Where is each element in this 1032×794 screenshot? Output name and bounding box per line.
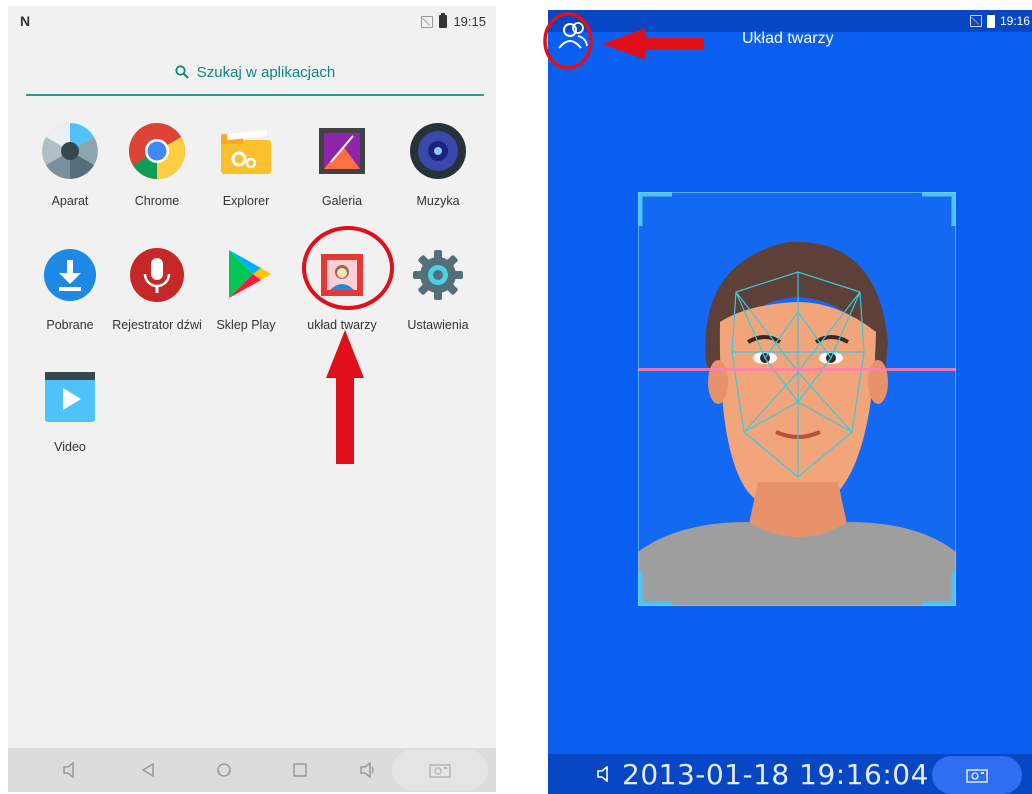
app-label: Aparat — [51, 194, 89, 208]
face-layout-app-icon — [313, 246, 371, 304]
camera-icon — [966, 769, 988, 783]
volume-down-icon[interactable] — [52, 748, 88, 792]
chrome-icon — [128, 122, 186, 180]
app-sklep-play[interactable]: Sklep Play — [196, 246, 296, 332]
navigation-bar — [8, 748, 496, 792]
settings-gear-icon — [409, 246, 467, 304]
app-rejestrator[interactable]: Rejestrator dźwi — [107, 246, 207, 332]
search-icon — [175, 65, 189, 79]
app-pobrane[interactable]: Pobrane — [20, 246, 120, 332]
camera-icon — [429, 764, 451, 778]
gallery-icon — [313, 122, 371, 180]
volume-up-icon[interactable] — [350, 748, 386, 792]
face-layout-screen: 19:16 Układ twarzy 2013-01-18 19:16:04 — [548, 10, 1032, 794]
battery-icon — [439, 13, 448, 28]
app-label: Sklep Play — [216, 318, 276, 332]
video-play-icon — [41, 368, 99, 426]
download-icon — [41, 246, 99, 304]
app-label: Chrome — [134, 194, 180, 208]
face-scan-illustration — [628, 191, 966, 607]
status-bar: N 19:15 — [8, 6, 496, 34]
app-label: Pobrane — [46, 318, 94, 332]
recents-icon[interactable] — [282, 748, 318, 792]
home-icon[interactable] — [206, 748, 242, 792]
users-icon[interactable] — [556, 16, 590, 56]
screenshot-button[interactable] — [932, 756, 1022, 794]
volume-down-icon[interactable] — [596, 765, 612, 787]
app-explorer[interactable]: Explorer — [196, 122, 296, 208]
search-placeholder: Szukaj w aplikacjach — [196, 63, 336, 81]
app-title-bar: Układ twarzy — [548, 10, 1032, 62]
app-label: Galeria — [321, 194, 363, 208]
no-sim-icon — [421, 15, 434, 28]
microphone-icon — [128, 246, 186, 304]
app-label: Muzyka — [416, 194, 460, 208]
timestamp-overlay: 2013-01-18 19:16:04 — [622, 758, 929, 791]
camera-aperture-icon — [41, 122, 99, 180]
app-label: Explorer — [222, 194, 270, 208]
app-label: układ twarzy — [307, 318, 377, 332]
app-label: Video — [54, 440, 86, 454]
app-search-bar[interactable]: Szukaj w aplikacjach — [26, 50, 484, 96]
app-aparat[interactable]: Aparat — [20, 122, 120, 208]
app-muzyka[interactable]: Muzyka — [388, 122, 488, 208]
app-label: Ustawienia — [407, 318, 469, 332]
status-time: 19:15 — [453, 14, 486, 29]
app-uklad-twarzy[interactable]: układ twarzy — [292, 246, 392, 332]
app-video[interactable]: Video — [20, 368, 120, 454]
page-title: Układ twarzy — [742, 30, 834, 47]
app-ustawienia[interactable]: Ustawienia — [388, 246, 488, 332]
back-icon[interactable] — [130, 748, 166, 792]
app-drawer-screen: N 19:15 Szukaj w aplikacjach Aparat Chro… — [8, 6, 496, 792]
app-galeria[interactable]: Galeria — [292, 122, 392, 208]
app-label: Rejestrator dźwi — [112, 318, 202, 332]
folder-gear-icon — [217, 122, 275, 180]
play-store-icon — [217, 246, 275, 304]
speaker-icon — [409, 122, 467, 180]
screenshot-button[interactable] — [392, 750, 488, 790]
navigation-bar: 2013-01-18 19:16:04 — [548, 754, 1032, 794]
app-chrome[interactable]: Chrome — [107, 122, 207, 208]
notification-n-icon: N — [20, 13, 31, 29]
